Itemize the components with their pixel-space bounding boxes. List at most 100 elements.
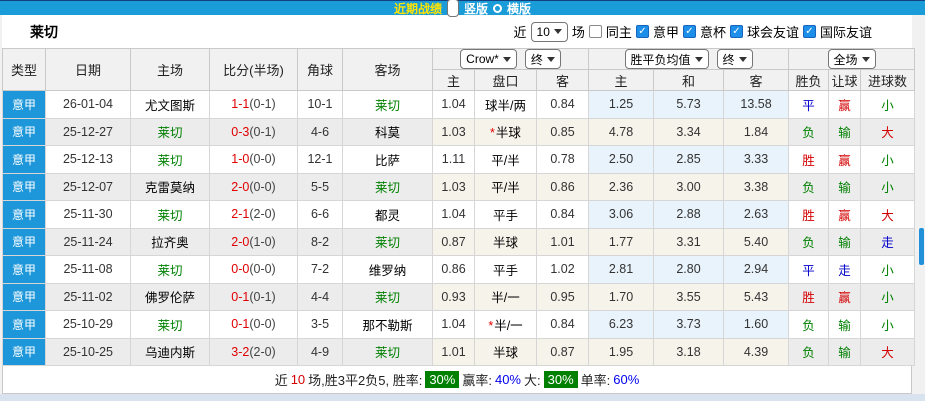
- near-label: 近: [513, 25, 527, 40]
- col-header-handicap-line: 盘口: [474, 69, 537, 91]
- fulltime-score: 1-0: [231, 152, 250, 167]
- goals-result-cell: 小: [860, 172, 916, 201]
- home-team: 莱切: [130, 255, 210, 284]
- avg-draw-odds: 2.88: [653, 200, 725, 229]
- fulltime-score: 2-0: [231, 234, 250, 249]
- result-cell: 负: [788, 310, 830, 339]
- fulltime-score: 2-1: [231, 207, 250, 222]
- table-row: 意甲 25-11-08 莱切 0-0(0-0) 7-2 维罗纳 0.86 平手 1.02 2.81…: [2, 255, 916, 284]
- col-header-spread-result: 让球: [828, 69, 862, 91]
- match-date: 25-12-07: [45, 172, 131, 201]
- summary-record: 场,胜3平2负5, 胜率:: [308, 373, 423, 388]
- result-cell: 胜: [788, 200, 830, 229]
- league-intl-friendly-checkbox[interactable]: ✓: [802, 25, 816, 38]
- match-count-select[interactable]: 10: [530, 21, 568, 42]
- avg-home-odds: 2.81: [588, 255, 655, 284]
- corners: 4-4: [297, 282, 343, 311]
- handicap-home-odds: 1.03: [432, 117, 475, 146]
- avg-away-odds: 3.33: [723, 145, 790, 174]
- chevron-down-icon: [502, 56, 511, 62]
- avg-home-odds: 1.70: [588, 282, 655, 311]
- score-cell: 0-0(0-0): [209, 255, 298, 284]
- table-row: 意甲 25-10-29 莱切 0-1(0-0) 3-5 那不勒斯 1.04 *半/一 0.84 6…: [2, 310, 916, 339]
- league-italy-cup-checkbox[interactable]: ✓: [682, 25, 696, 38]
- win-rate-badge: 30%: [425, 371, 460, 388]
- spread-result-cell: 输: [828, 337, 862, 366]
- avg-home-odds: 3.06: [588, 200, 655, 229]
- horizontal-layout-radio[interactable]: [493, 3, 502, 13]
- vertical-layout-label[interactable]: 竖版: [464, 0, 488, 17]
- match-date: 25-11-08: [45, 255, 131, 284]
- halftime-score: (0-0): [249, 262, 276, 277]
- league-italy-cup-label: 意杯: [699, 25, 726, 40]
- result-cell: 负: [788, 117, 830, 146]
- score-cell: 1-1(0-1): [209, 90, 298, 119]
- bookmaker-final-select[interactable]: 终: [524, 49, 561, 69]
- team-name: 莱切: [30, 23, 58, 40]
- handicap-line: 半球: [474, 227, 537, 256]
- table-row: 意甲 25-12-27 莱切 0-3(0-1) 4-6 科莫 1.03 *半球 0.85 4.78…: [2, 117, 916, 146]
- halftime-score: (0-1): [249, 289, 276, 304]
- spread-result-cell: 输: [828, 227, 862, 256]
- away-team: 维罗纳: [342, 255, 433, 284]
- avg-home-odds: 6.23: [588, 310, 655, 339]
- home-team: 乌迪内斯: [130, 337, 210, 366]
- score-cell: 3-2(2-0): [209, 337, 298, 366]
- league-badge: 意甲: [2, 117, 46, 146]
- vertical-layout-radio[interactable]: [446, 0, 459, 17]
- corners: 7-2: [297, 255, 343, 284]
- avg-draw-odds: 3.55: [653, 282, 725, 311]
- result-cell: 平: [788, 255, 830, 284]
- same-home-checkbox[interactable]: [588, 25, 602, 38]
- halftime-score: (0-0): [249, 152, 276, 167]
- table-row: 意甲 25-11-02 佛罗伦萨 0-1(0-1) 4-4 莱切 0.93 半/一 0.95 1.…: [2, 282, 916, 311]
- avg-away-odds: 13.58: [723, 90, 790, 119]
- goals-result-cell: 小: [860, 282, 916, 311]
- scope-select[interactable]: 全场: [827, 49, 876, 69]
- result-cell: 胜: [788, 145, 830, 174]
- away-team: 莱切: [342, 282, 433, 311]
- goals-result-cell: 大: [860, 200, 916, 229]
- home-team: 莱切: [130, 200, 210, 229]
- corners: 3-5: [297, 310, 343, 339]
- handicap-line: 半球: [474, 337, 537, 366]
- halftime-score: (0-1): [249, 124, 276, 139]
- league-serie-a-checkbox[interactable]: ✓: [635, 25, 649, 38]
- avg-away-odds: 3.38: [723, 172, 790, 201]
- horizontal-layout-label[interactable]: 横版: [507, 0, 531, 17]
- avg-home-odds: 2.36: [588, 172, 655, 201]
- match-date: 25-10-25: [45, 337, 131, 366]
- avg-odds-select[interactable]: 胜平负均值: [624, 49, 709, 69]
- spread-result-cell: 赢: [828, 145, 862, 174]
- summary-footer: 近 10 场,胜3平2负5, 胜率: 30% 赢率: 40% 大: 30% 单率…: [2, 366, 912, 394]
- fulltime-score: 1-1: [231, 97, 250, 112]
- table-row: 意甲 25-11-30 莱切 2-1(2-0) 6-6 都灵 1.04 平手 0.84 3.06 2…: [2, 200, 916, 229]
- fulltime-score: 2-0: [231, 179, 250, 194]
- handicap-away-odds: 0.87: [535, 337, 590, 366]
- big-rate-badge: 30%: [543, 371, 578, 388]
- handicap-home-odds: 0.87: [432, 227, 475, 256]
- match-date: 25-10-29: [45, 310, 131, 339]
- avg-draw-odds: 2.85: [653, 145, 725, 174]
- avg-final-select[interactable]: 终: [716, 49, 753, 69]
- handicap-away-odds: 1.01: [535, 227, 590, 256]
- match-date: 25-12-27: [45, 117, 131, 146]
- goals-result-cell: 走: [860, 227, 916, 256]
- league-badge: 意甲: [2, 255, 46, 284]
- scrollbar-thumb[interactable]: [919, 228, 924, 265]
- away-team: 都灵: [342, 200, 433, 229]
- home-team: 尤文图斯: [130, 90, 210, 119]
- handicap-away-odds: 0.95: [535, 282, 590, 311]
- col-header-corners: 角球: [297, 48, 343, 91]
- league-club-friendly-checkbox[interactable]: ✓: [729, 25, 743, 38]
- col-header-result: 胜负: [788, 69, 830, 91]
- recent-matches-table: 类型 日期 主场 比分(半场) 角球 客场 Crow* 终 胜平负均值 终 全场…: [2, 48, 916, 366]
- chevron-down-icon: [546, 56, 555, 62]
- away-team: 莱切: [342, 90, 433, 119]
- bookmaker-select[interactable]: Crow*: [460, 49, 517, 69]
- avg-away-odds: 4.39: [723, 337, 790, 366]
- spread-result-cell: 走: [828, 255, 862, 284]
- handicap-away-odds: 0.78: [535, 145, 590, 174]
- handicap-line: *半/一: [474, 310, 537, 339]
- league-badge: 意甲: [2, 310, 46, 339]
